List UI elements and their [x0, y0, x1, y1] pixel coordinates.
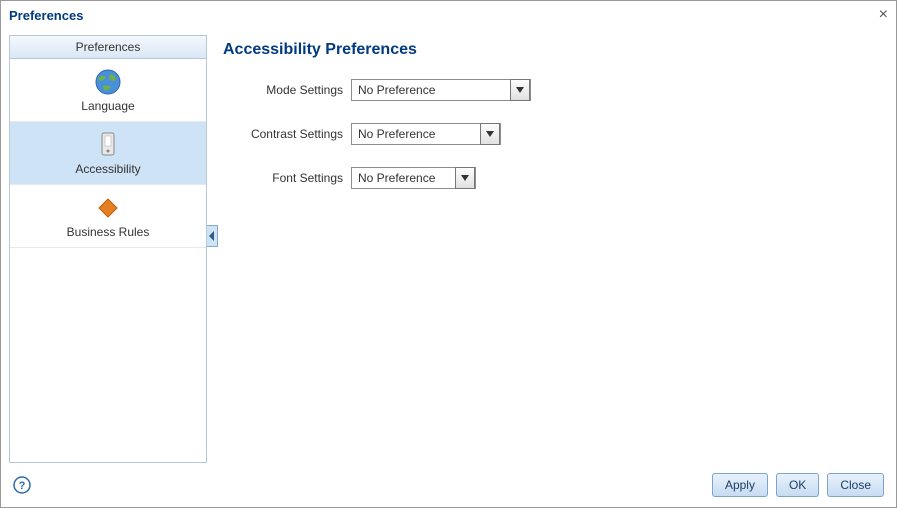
mode-settings-value: No Preference [352, 83, 510, 97]
ok-button[interactable]: OK [776, 473, 819, 497]
sidebar-header: Preferences [10, 36, 206, 59]
sidebar-item-label: Accessibility [75, 162, 140, 176]
dialog-title: Preferences [9, 8, 83, 23]
footer: ? Apply OK Close [1, 463, 896, 507]
form-row-contrast: Contrast Settings No Preference [223, 123, 888, 145]
contrast-settings-value: No Preference [352, 127, 480, 141]
accessibility-icon [90, 130, 126, 160]
form-row-mode: Mode Settings No Preference [223, 79, 888, 101]
close-icon[interactable]: × [879, 7, 888, 23]
globe-icon [90, 67, 126, 97]
mode-settings-label: Mode Settings [223, 83, 351, 97]
svg-text:?: ? [19, 480, 26, 492]
sidebar-spacer [10, 248, 206, 462]
preferences-dialog: Preferences × Preferences Language [0, 0, 897, 508]
form-row-font: Font Settings No Preference [223, 167, 888, 189]
chevron-down-icon[interactable] [455, 167, 475, 189]
body-area: Preferences Language [1, 29, 896, 463]
sidebar-item-language[interactable]: Language [10, 59, 206, 122]
sidebar-item-accessibility[interactable]: Accessibility [10, 122, 206, 185]
sidebar: Preferences Language [9, 35, 207, 463]
sidebar-collapse-handle[interactable] [207, 225, 218, 247]
help-icon[interactable]: ? [13, 476, 31, 494]
contrast-settings-select[interactable]: No Preference [351, 123, 501, 145]
chevron-down-icon[interactable] [480, 123, 500, 145]
font-settings-value: No Preference [352, 171, 455, 185]
mode-settings-select[interactable]: No Preference [351, 79, 531, 101]
sidebar-item-business-rules[interactable]: Business Rules [10, 185, 206, 248]
font-settings-label: Font Settings [223, 171, 351, 185]
sidebar-item-label: Language [81, 99, 134, 113]
close-button[interactable]: Close [827, 473, 884, 497]
contrast-settings-label: Contrast Settings [223, 127, 351, 141]
main-panel: Accessibility Preferences Mode Settings … [207, 35, 888, 463]
font-settings-select[interactable]: No Preference [351, 167, 476, 189]
sidebar-item-label: Business Rules [67, 225, 150, 239]
page-title: Accessibility Preferences [223, 41, 888, 59]
diamond-icon [90, 193, 126, 223]
title-bar: Preferences × [1, 1, 896, 29]
apply-button[interactable]: Apply [712, 473, 768, 497]
chevron-down-icon[interactable] [510, 79, 530, 101]
